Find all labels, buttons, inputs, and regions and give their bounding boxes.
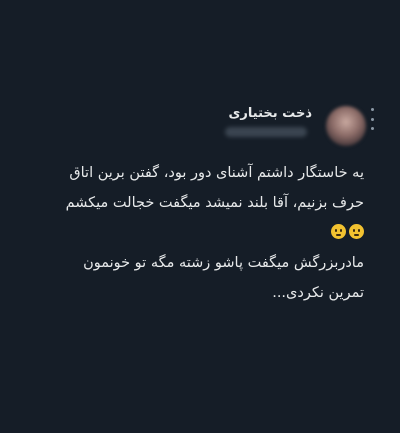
author-handle-blurred [225,127,307,137]
confused-face-icon [331,224,346,239]
screenshot-page: ذخت بختیاری یه خاستگار داشتم آشنای دور ب… [0,0,400,433]
author-name[interactable]: ذخت بختیاری [229,106,312,121]
avatar[interactable] [326,106,366,146]
tweet-line: تمرین نکردی... [272,285,364,301]
tweet-card[interactable]: ذخت بختیاری یه خاستگار داشتم آشنای دور ب… [0,0,400,433]
more-options-icon[interactable] [365,108,379,130]
tweet-text: یه خاستگار داشتم آشنای دور بود، گفتن بری… [24,158,364,308]
emoji-line [24,218,364,248]
tweet-line: مادربزرگش میگفت پاشو زشته مگه تو خونمون [83,255,364,271]
confused-face-icon [349,224,364,239]
tweet-line: حرف بزنیم، آقا بلند نمیشد میگفت خجالت می… [65,195,364,211]
tweet-line: یه خاستگار داشتم آشنای دور بود، گفتن بری… [69,165,364,181]
